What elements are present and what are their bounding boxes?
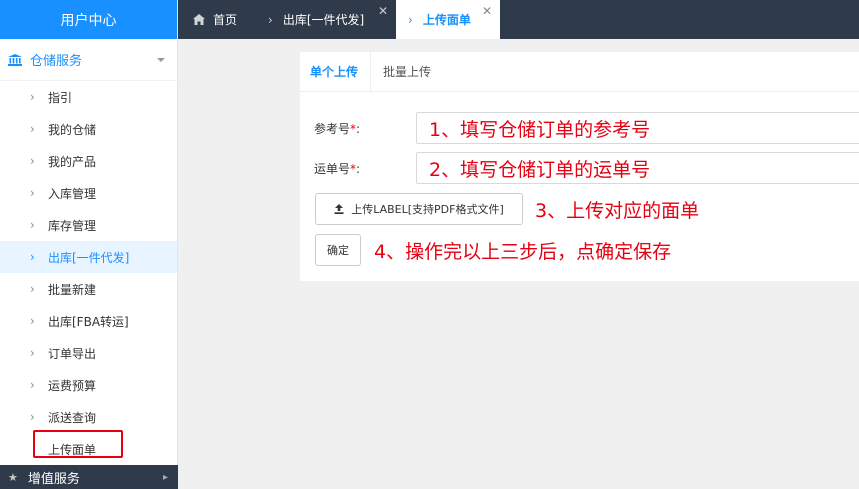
upload-button-label: 上传LABEL[支持PDF格式文件]	[351, 203, 504, 216]
sidebar-item-freight-estimate[interactable]: › 运费预算	[0, 369, 177, 401]
sidebar-item-outbound-dropship[interactable]: › 出库[一件代发]	[0, 241, 177, 273]
label-colon: :	[356, 121, 361, 136]
tab-home[interactable]: 首页	[178, 0, 256, 39]
waybill-label-text: 运单号	[314, 161, 351, 176]
sidebar-item-label: 订单导出	[48, 346, 97, 361]
chevron-right-icon: ›	[30, 154, 35, 168]
tab-label: 首页	[213, 13, 238, 27]
chevron-right-icon: ›	[30, 250, 35, 264]
confirm-button[interactable]: 确定	[315, 234, 361, 266]
tab-label: 出库[一件代发]	[282, 13, 365, 27]
tab-outbound-dropship[interactable]: › 出库[一件代发] ✕	[256, 0, 396, 39]
subtab-batch-upload[interactable]: 批量上传	[371, 52, 443, 91]
sidebar-group-label: 增值服务	[27, 471, 80, 487]
chevron-right-icon: ›	[30, 122, 35, 136]
chevron-right-icon: ›	[30, 378, 35, 392]
close-icon[interactable]: ✕	[378, 4, 388, 18]
caret-right-icon: ▸	[162, 471, 168, 483]
sidebar-item-my-storage[interactable]: › 我的仓储	[0, 113, 177, 145]
sidebar-item-inventory[interactable]: › 库存管理	[0, 209, 177, 241]
sidebar-item-label: 出库[一件代发]	[48, 250, 130, 265]
chevron-right-icon: ›	[30, 90, 35, 104]
sidebar: 用户中心 仓储服务 › 指引 › 我的仓储 › 我的产品 › 入库管理 › 库存管理 › 出…	[0, 0, 178, 489]
tab-label: 上传面单	[422, 13, 471, 27]
sidebar-item-label: 派送查询	[48, 410, 97, 425]
tab-bar: 首页 › 出库[一件代发] ✕ › 上传面单 ✕	[178, 0, 859, 39]
sidebar-item-batch-create[interactable]: › 批量新建	[0, 273, 177, 305]
upload-row: 上传LABEL[支持PDF格式文件] 3、上传对应的面单	[315, 193, 699, 225]
sidebar-item-delivery-query[interactable]: › 派送查询	[0, 401, 177, 433]
chevron-right-icon: ›	[30, 282, 35, 296]
sidebar-item-label: 批量新建	[48, 282, 97, 297]
ref-row: 参考号*: 1、填写仓储订单的参考号	[300, 112, 859, 144]
chevron-right-icon: ›	[30, 346, 35, 360]
bank-icon	[8, 53, 22, 66]
annotation-step2: 2、填写仓储订单的运单号	[429, 158, 651, 181]
chevron-right-icon: ›	[408, 12, 413, 27]
sidebar-item-label: 运费预算	[48, 378, 97, 393]
highlight-box	[33, 430, 123, 458]
chevron-right-icon: ›	[30, 186, 35, 200]
sidebar-item-label: 我的产品	[48, 154, 97, 169]
sidebar-group-value-added[interactable]: ★ 增值服务 ▸	[0, 465, 178, 489]
sidebar-item-my-products[interactable]: › 我的产品	[0, 145, 177, 177]
sidebar-item-inbound[interactable]: › 入库管理	[0, 177, 177, 209]
confirm-row: 确定 4、操作完以上三步后，点确定保存	[315, 234, 671, 266]
upload-panel: 单个上传 批量上传 参考号*: 1、填写仓储订单的参考号 运单号*: 2、填写仓…	[300, 52, 859, 281]
sidebar-item-outbound-fba[interactable]: › 出库[FBA转运]	[0, 305, 177, 337]
chevron-right-icon: ›	[30, 410, 35, 424]
sidebar-item-order-export[interactable]: › 订单导出	[0, 337, 177, 369]
annotation-step4: 4、操作完以上三步后，点确定保存	[374, 240, 672, 263]
upload-label-button[interactable]: 上传LABEL[支持PDF格式文件]	[315, 193, 523, 225]
waybill-label: 运单号*:	[300, 160, 416, 177]
chevron-right-icon: ›	[268, 12, 273, 27]
sidebar-group-label: 仓储服务	[30, 54, 83, 69]
subtab-bar: 单个上传 批量上传	[300, 52, 859, 92]
annotation-step3: 3、上传对应的面单	[535, 199, 700, 222]
home-icon	[193, 14, 205, 25]
sidebar-item-label: 入库管理	[48, 186, 97, 201]
ref-label: 参考号*:	[300, 120, 416, 137]
ref-label-text: 参考号	[314, 121, 351, 136]
caret-down-icon	[157, 57, 165, 62]
upload-icon	[334, 204, 344, 214]
sidebar-title: 用户中心	[0, 0, 177, 39]
close-icon[interactable]: ✕	[482, 4, 492, 18]
sidebar-item-label: 指引	[48, 90, 73, 105]
waybill-row: 运单号*: 2、填写仓储订单的运单号	[300, 152, 859, 184]
label-colon: :	[356, 161, 361, 176]
chevron-right-icon: ›	[30, 314, 35, 328]
sidebar-group-warehouse[interactable]: 仓储服务	[0, 39, 177, 81]
subtab-single-upload[interactable]: 单个上传	[300, 52, 372, 91]
annotation-step1: 1、填写仓储订单的参考号	[429, 118, 651, 141]
sidebar-item-label: 库存管理	[48, 218, 97, 233]
sidebar-item-label: 我的仓储	[48, 122, 97, 137]
ref-input[interactable]: 1、填写仓储订单的参考号	[416, 112, 859, 144]
star-icon: ★	[8, 470, 18, 484]
sidebar-item-guide[interactable]: › 指引	[0, 81, 177, 113]
waybill-input[interactable]: 2、填写仓储订单的运单号	[416, 152, 859, 184]
tab-upload-label[interactable]: › 上传面单 ✕	[396, 0, 500, 39]
chevron-right-icon: ›	[30, 218, 35, 232]
sidebar-item-label: 出库[FBA转运]	[48, 314, 129, 329]
